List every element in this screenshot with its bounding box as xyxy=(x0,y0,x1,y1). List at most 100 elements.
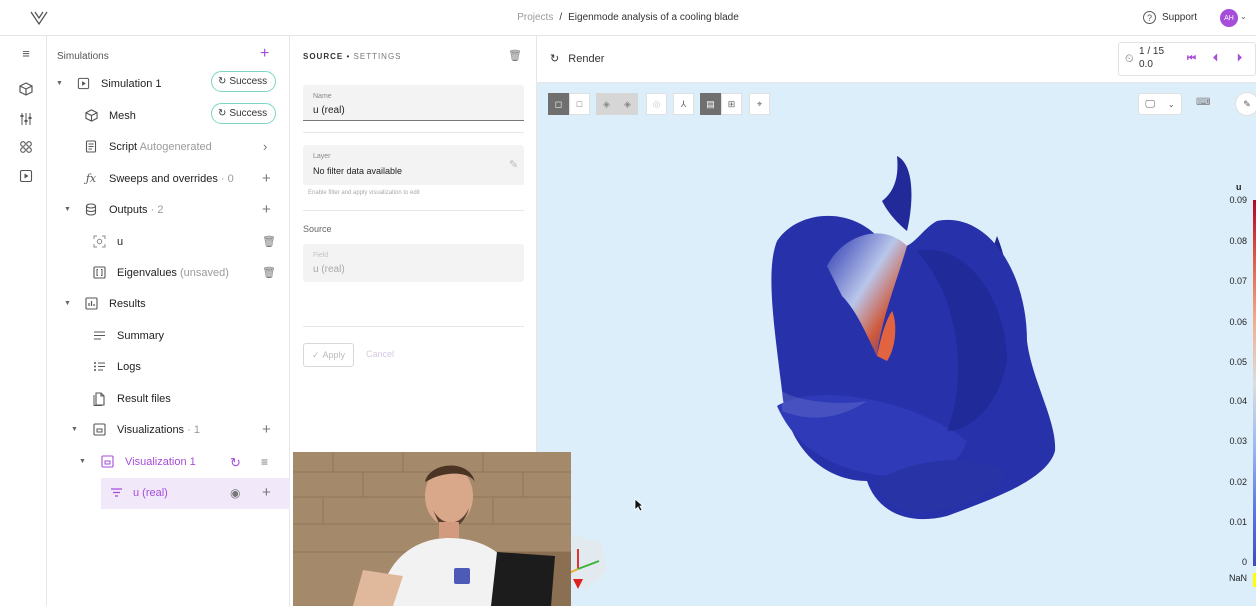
layer-u-real-label: u (real) xyxy=(133,487,168,499)
apply-button[interactable]: ✓ Apply xyxy=(303,343,354,367)
expand-toggle-icon[interactable]: ▼ xyxy=(64,206,71,213)
sweeps-label-text: Sweeps and overrides xyxy=(109,173,218,185)
refresh-icon[interactable]: ↻ xyxy=(230,455,241,471)
add-visualization-button[interactable]: + xyxy=(262,421,271,438)
blade-3d-model[interactable] xyxy=(757,151,1067,531)
outputs-count: · 2 xyxy=(150,204,164,216)
frame-selector[interactable]: ⏲ 1 / 15 0.0 ⏮ ⏴ ⏵ xyxy=(1118,42,1256,76)
tree-item-mesh[interactable]: Mesh ↻ Success xyxy=(47,101,290,132)
tree-item-summary[interactable]: Summary xyxy=(47,321,290,352)
pencil-icon: ✎ xyxy=(509,159,519,171)
breadcrumb-separator: / xyxy=(559,12,563,23)
trash-icon[interactable]: 🗑︎ xyxy=(508,49,522,62)
add-simulation-button[interactable]: + xyxy=(260,45,269,63)
monitor-icon: 🖵 xyxy=(1145,98,1156,110)
render-button[interactable]: ↻ Render xyxy=(550,52,604,65)
tree-item-visualizations[interactable]: ▼ Visualizations · 1 + xyxy=(47,415,290,446)
function-icon: ƒx xyxy=(85,172,97,185)
tree-item-visualization-1[interactable]: ▼ Visualization 1 ↻ ≡ xyxy=(47,447,290,478)
outputs-label: Outputs · 2 xyxy=(109,204,163,216)
frame-counter: 1 / 15 xyxy=(1139,46,1165,57)
field-select: Field u (real) xyxy=(303,244,524,282)
summary-label: Summary xyxy=(117,330,165,342)
breadcrumb: Projects / Eigenmode analysis of a cooling… xyxy=(0,12,1256,23)
add-sweep-button[interactable]: + xyxy=(262,170,271,187)
view-mode-group: ◻ □ xyxy=(548,93,590,115)
menu-icon[interactable]: ≡ xyxy=(19,47,33,61)
eye-off-icon[interactable]: ◎ xyxy=(646,93,667,115)
trash-icon[interactable]: 🗑︎ xyxy=(262,235,276,248)
paint-brush-icon[interactable]: ✎ xyxy=(1235,92,1256,116)
eigenvalues-note: (unsaved) xyxy=(180,267,229,279)
tree-item-results[interactable]: ▼ Results xyxy=(47,289,290,320)
grid-icon[interactable]: ⊞ xyxy=(721,93,742,115)
add-filter-icon[interactable]: ≡ xyxy=(261,455,268,469)
tree-item-layer-u-real[interactable]: u (real) ◉ + xyxy=(101,478,290,509)
tree-item-eigenvalues[interactable]: Eigenvalues (unsaved) 🗑︎ xyxy=(47,258,290,289)
breadcrumb-projects-link[interactable]: Projects xyxy=(517,12,553,23)
name-field[interactable]: Name u (real) xyxy=(303,85,524,121)
legend-tick: 0.03 xyxy=(1229,436,1247,446)
support-label: Support xyxy=(1162,12,1198,23)
divider xyxy=(303,210,524,211)
expand-toggle-icon[interactable]: ▼ xyxy=(64,300,71,307)
legend-nan-label: NaN xyxy=(1228,573,1247,583)
expand-toggle-icon[interactable]: ▼ xyxy=(56,80,63,87)
sliders-icon[interactable] xyxy=(19,112,33,126)
add-output-button[interactable]: + xyxy=(262,201,271,218)
script-label: Script Autogenerated xyxy=(109,141,212,153)
focus-icon[interactable]: ⌖ xyxy=(749,93,770,115)
show-icon[interactable]: ◈ xyxy=(617,93,638,115)
eye-off-button: ◎ xyxy=(646,93,667,115)
render-viewport[interactable]: ↻ Render ⏲ 1 / 15 0.0 ⏮ ⏴ ⏵ ◻ □ ◈ ◈ ◎ ⅄ … xyxy=(537,36,1256,606)
panel-icon[interactable]: ▤ xyxy=(700,93,721,115)
trash-icon[interactable]: 🗑︎ xyxy=(262,266,276,279)
chevron-right-icon[interactable]: › xyxy=(263,139,267,154)
cube-icon[interactable] xyxy=(19,82,33,96)
eye-icon[interactable]: ◉ xyxy=(230,486,240,500)
support-button[interactable]: ? Support xyxy=(1143,11,1197,24)
skip-first-icon[interactable]: ⏮ xyxy=(1187,53,1196,64)
status-badge: ↻ Success xyxy=(211,103,277,124)
display-select[interactable]: 🖵 ⌄ xyxy=(1138,93,1182,115)
tree-item-simulation[interactable]: ▼ Simulation 1 ↻ Success xyxy=(47,69,290,100)
visualization-1-label: Visualization 1 xyxy=(125,456,196,468)
tree-item-logs[interactable]: Logs xyxy=(47,352,290,383)
axes-icon[interactable]: ⅄ xyxy=(673,93,694,115)
keyboard-icon[interactable]: ⌨ xyxy=(1196,97,1210,108)
add-layer-button[interactable]: + xyxy=(262,484,271,501)
avatar[interactable]: AH xyxy=(1220,9,1238,27)
apps-icon[interactable] xyxy=(19,140,33,154)
cube-icon xyxy=(84,109,98,123)
axes-button: ⅄ xyxy=(673,93,694,115)
expand-toggle-icon[interactable]: ▼ xyxy=(79,458,86,465)
hide-icon[interactable]: ◈ xyxy=(596,93,617,115)
tree-item-sweeps[interactable]: ƒx Sweeps and overrides · 0 + xyxy=(47,164,290,195)
legend-tick: 0.05 xyxy=(1229,357,1247,367)
step-back-icon[interactable]: ⏴ xyxy=(1213,53,1218,64)
solid-view-icon[interactable]: ◻ xyxy=(548,93,569,115)
focus-button: ⌖ xyxy=(749,93,770,115)
tree-item-script[interactable]: Script Autogenerated › xyxy=(47,132,290,163)
expand-toggle-icon[interactable]: ▼ xyxy=(71,426,78,433)
divider xyxy=(303,132,524,133)
legend-tick: 0.09 xyxy=(1229,195,1247,205)
field-select-label: Field xyxy=(313,252,329,259)
webcam-overlay xyxy=(293,452,571,606)
status-text: Success xyxy=(229,76,268,87)
tree-item-output-u[interactable]: u 🗑︎ xyxy=(47,227,290,258)
logs-icon xyxy=(92,360,106,374)
database-icon xyxy=(84,203,98,217)
wireframe-icon[interactable]: □ xyxy=(569,93,590,115)
visualization-icon xyxy=(100,455,114,469)
tree-item-result-files[interactable]: Result files xyxy=(47,384,290,415)
visualizations-count: · 1 xyxy=(187,424,200,436)
play-icon[interactable] xyxy=(19,169,33,183)
layer-field-value: No filter data available xyxy=(313,166,403,176)
play-forward-icon[interactable]: ⏵ xyxy=(1237,53,1242,64)
visualizations-label-text: Visualizations xyxy=(117,424,185,436)
chevron-down-icon[interactable]: ⌄ xyxy=(1240,12,1247,21)
cancel-button[interactable]: Cancel xyxy=(366,349,394,359)
legend-title: u xyxy=(1236,182,1242,192)
tree-item-outputs[interactable]: ▼ Outputs · 2 + xyxy=(47,195,290,226)
